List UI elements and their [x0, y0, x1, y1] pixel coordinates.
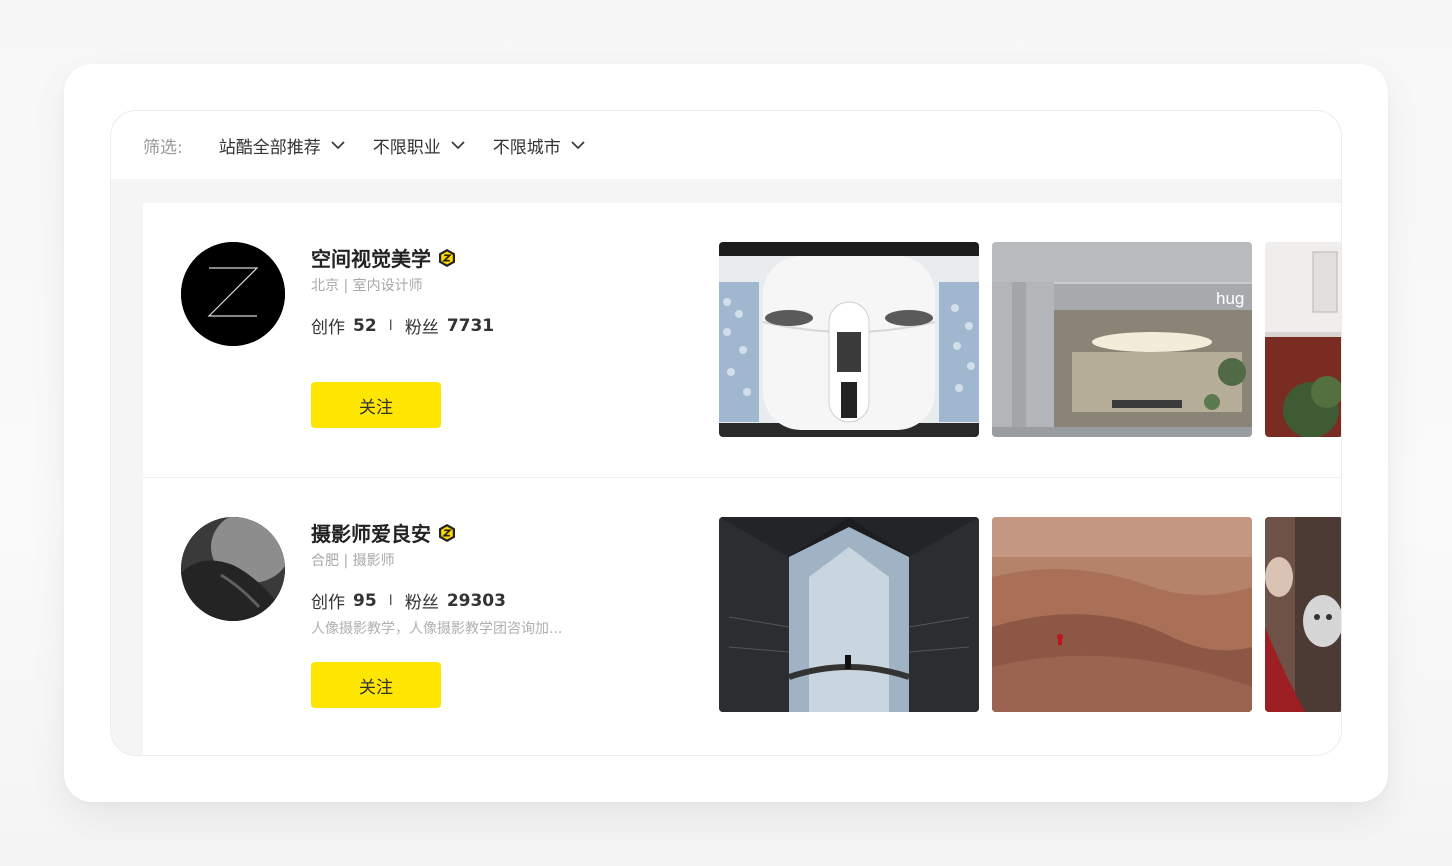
work-thumbnails: hug — [719, 242, 1341, 438]
work-thumbnails — [719, 517, 1341, 713]
designer-name-line: 空间视觉美学 — [311, 243, 457, 272]
works-label: 创作 — [311, 593, 345, 613]
storefront-sign: hug — [1216, 289, 1244, 308]
designer-name[interactable]: 空间视觉美学 — [311, 243, 431, 272]
fans-count: 7731 — [446, 315, 495, 336]
desert-dunes-thumbnail[interactable] — [992, 517, 1252, 712]
chevron-down-icon — [451, 140, 465, 149]
designer-name-line: 摄影师爱良安 — [311, 518, 457, 547]
works-count: 52 — [353, 315, 377, 336]
designer-stats: 创作 52 I 粉丝 7731 — [311, 313, 495, 339]
designer-description: 人像摄影教学，人像摄影教学团咨询加... — [311, 621, 563, 637]
temple-waterfall-thumbnail[interactable] — [719, 517, 979, 712]
filter-option-label: 不限城市 — [492, 137, 561, 158]
filter-bar: 筛选: 站酷全部推荐 不限职业 不限城市 — [111, 111, 1341, 179]
works-label: 创作 — [311, 318, 345, 338]
designer-stats: 创作 95 I 粉丝 29303 — [311, 588, 506, 614]
designer-list: 空间视觉美学 北京 | 室内设计师 创作 52 I 粉丝 7731 关注 hug… — [143, 203, 1341, 755]
designer-row: 空间视觉美学 北京 | 室内设计师 创作 52 I 粉丝 7731 关注 hug — [143, 203, 1341, 477]
fans-count: 29303 — [446, 590, 506, 611]
white-interior-thumbnail[interactable] — [719, 242, 979, 437]
filter-recommend-dropdown[interactable]: 站酷全部推荐 — [219, 133, 345, 158]
designer-name[interactable]: 摄影师爱良安 — [311, 518, 431, 547]
filter-option-label: 站酷全部推荐 — [218, 137, 321, 158]
z-logo-icon — [181, 242, 285, 346]
building-exterior-thumbnail[interactable] — [1265, 242, 1341, 437]
stats-separator: I — [388, 317, 393, 334]
stats-separator: I — [388, 592, 393, 609]
chevron-down-icon — [331, 140, 345, 149]
designer-panel: 筛选: 站酷全部推荐 不限职业 不限城市 空间视觉美学 北京 | 室内设计师 创… — [110, 110, 1342, 756]
avatar[interactable] — [181, 242, 285, 346]
works-count: 95 — [353, 590, 377, 611]
avatar[interactable] — [181, 517, 285, 621]
filter-label: 筛选: — [143, 137, 183, 158]
portrait-photo — [181, 517, 285, 621]
follow-button[interactable]: 关注 — [311, 382, 441, 428]
masked-portrait-thumbnail[interactable] — [1265, 517, 1341, 712]
designer-row: 摄影师爱良安 合肥 | 摄影师 创作 95 I 粉丝 29303 人像摄影教学，… — [143, 477, 1341, 751]
fans-label: 粉丝 — [404, 593, 439, 613]
filter-option-label: 不限职业 — [372, 137, 441, 158]
chevron-down-icon — [571, 140, 585, 149]
filter-city-dropdown[interactable]: 不限城市 — [493, 133, 585, 158]
follow-button[interactable]: 关注 — [311, 662, 441, 708]
filter-profession-dropdown[interactable]: 不限职业 — [373, 133, 465, 158]
fans-label: 粉丝 — [404, 318, 439, 338]
designer-location-profession: 合肥 | 摄影师 — [311, 553, 395, 569]
verified-badge-icon — [439, 523, 455, 542]
hug-storefront-thumbnail[interactable]: hug — [992, 242, 1252, 437]
verified-badge-icon — [439, 248, 455, 267]
designer-location-profession: 北京 | 室内设计师 — [311, 278, 423, 294]
